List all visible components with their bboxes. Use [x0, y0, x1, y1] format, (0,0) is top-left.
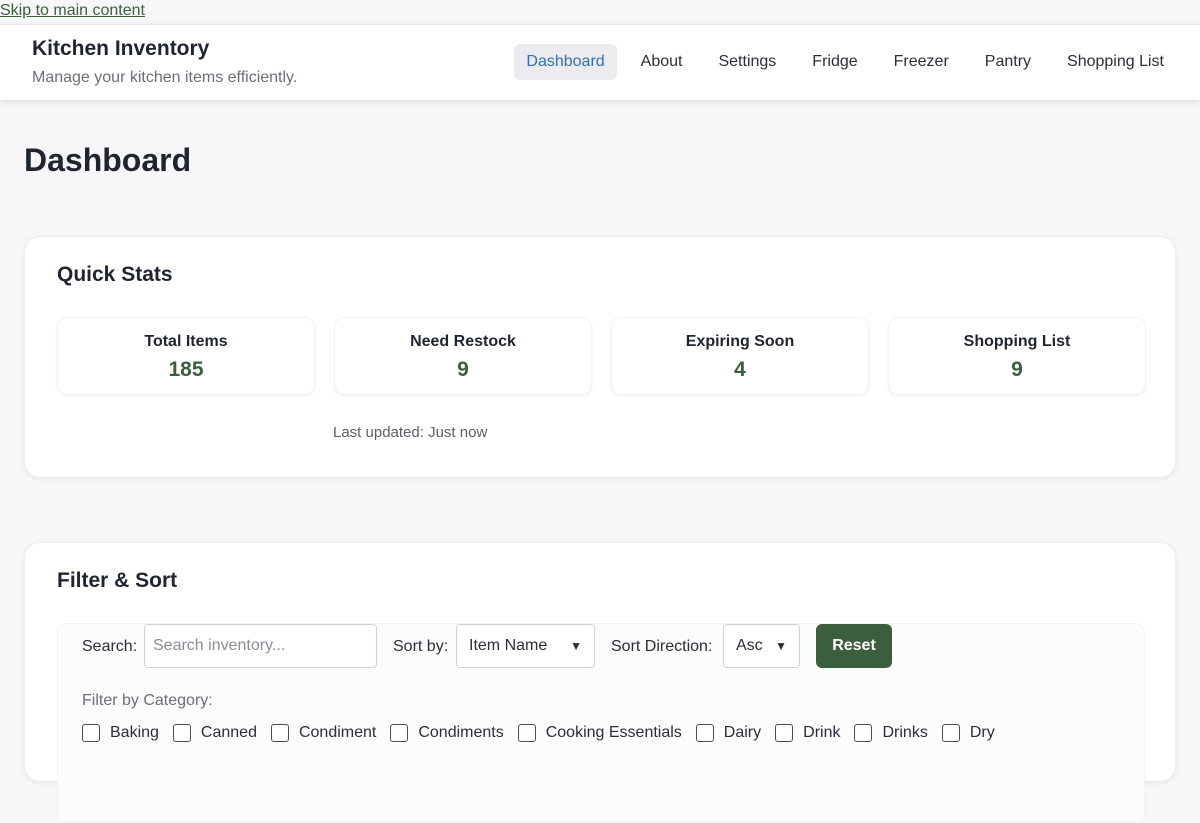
- checkbox[interactable]: [775, 724, 794, 742]
- filter-by-category-label: Filter by Category:: [82, 692, 213, 709]
- skip-to-main-link[interactable]: Skip to main content: [0, 2, 145, 20]
- stat-value: 185: [168, 358, 204, 381]
- category-condiment[interactable]: Condiment: [270, 724, 377, 742]
- app-subtitle: Manage your kitchen items efficiently.: [32, 69, 298, 86]
- sort-by-value: Item Name: [469, 637, 548, 654]
- nav-settings[interactable]: Settings: [706, 44, 788, 80]
- category-baking[interactable]: Baking: [82, 724, 159, 742]
- checkbox-label: Canned: [200, 724, 257, 741]
- stat-label: Expiring Soon: [685, 333, 795, 350]
- checkbox[interactable]: [517, 724, 536, 742]
- checkbox[interactable]: [941, 724, 960, 742]
- sort-direction-value: Asc: [736, 637, 763, 654]
- brand: Kitchen Inventory Manage your kitchen it…: [32, 36, 297, 88]
- nav-freezer[interactable]: Freezer: [882, 44, 961, 80]
- stat-expiring-soon: Expiring Soon 4: [611, 317, 869, 395]
- last-updated-text: Last updated: Just now: [333, 424, 488, 441]
- checkbox[interactable]: [172, 724, 191, 742]
- chevron-down-icon: ▼: [570, 639, 582, 653]
- sort-direction-label: Sort Direction:: [611, 638, 713, 655]
- sort-by-label: Sort by:: [393, 638, 449, 655]
- category-cooking-essentials[interactable]: Cooking Essentials: [517, 724, 682, 742]
- checkbox-label: Drinks: [882, 724, 928, 741]
- sort-direction-select[interactable]: Asc ▼: [723, 624, 800, 668]
- nav-shopping-list[interactable]: Shopping List: [1055, 44, 1176, 80]
- search-label: Search:: [82, 638, 138, 655]
- stat-label: Shopping List: [963, 333, 1071, 350]
- sort-by-select[interactable]: Item Name ▼: [456, 624, 595, 668]
- checkbox[interactable]: [82, 724, 100, 742]
- filter-sort-card: Filter & Sort Search: Sort by: Item Name…: [24, 542, 1176, 823]
- stat-shopping-list: Shopping List 9: [888, 317, 1146, 395]
- category-checkboxes: Baking Canned Condiment Condiments Cooki…: [82, 724, 1009, 742]
- checkbox-label: Dry: [969, 724, 995, 741]
- stat-value: 9: [1011, 358, 1023, 381]
- stat-label: Total Items: [144, 333, 228, 350]
- category-dry[interactable]: Dry: [941, 724, 995, 742]
- checkbox[interactable]: [270, 724, 289, 742]
- page-title: Dashboard: [24, 142, 192, 178]
- checkbox-label: Condiments: [418, 724, 504, 741]
- filter-sort-title: Filter & Sort: [57, 569, 178, 592]
- category-canned[interactable]: Canned: [172, 724, 257, 742]
- reset-button[interactable]: Reset: [816, 624, 892, 668]
- checkbox-label: Drink: [803, 724, 841, 741]
- checkbox-label: Cooking Essentials: [545, 724, 682, 741]
- stat-need-restock: Need Restock 9: [334, 317, 592, 395]
- category-drinks[interactable]: Drinks: [854, 724, 928, 742]
- stat-value: 9: [457, 358, 469, 381]
- checkbox-label: Dairy: [723, 724, 762, 741]
- category-condiments[interactable]: Condiments: [390, 724, 504, 742]
- nav-pantry[interactable]: Pantry: [973, 44, 1043, 80]
- stat-label: Need Restock: [410, 333, 516, 350]
- category-dairy[interactable]: Dairy: [695, 724, 762, 742]
- chevron-down-icon: ▼: [775, 639, 787, 653]
- quick-stats-title: Quick Stats: [57, 263, 173, 286]
- filter-controls: Search: Sort by: Item Name ▼ Sort Direct…: [57, 623, 1145, 823]
- main-nav: Dashboard About Settings Fridge Freezer …: [502, 44, 1176, 80]
- checkbox[interactable]: [695, 724, 714, 742]
- search-input[interactable]: [144, 624, 377, 668]
- stat-value: 4: [734, 358, 746, 381]
- app-header: Kitchen Inventory Manage your kitchen it…: [0, 24, 1200, 100]
- nav-fridge[interactable]: Fridge: [800, 44, 869, 80]
- stat-total-items: Total Items 185: [57, 317, 315, 395]
- category-drink[interactable]: Drink: [775, 724, 840, 742]
- checkbox-label: Condiment: [298, 724, 377, 741]
- nav-dashboard[interactable]: Dashboard: [514, 44, 617, 80]
- checkbox-label: Baking: [110, 724, 159, 741]
- app-title: Kitchen Inventory: [32, 37, 210, 60]
- checkbox[interactable]: [854, 724, 873, 742]
- quick-stats-card: Quick Stats Total Items 185 Need Restock…: [24, 236, 1176, 478]
- nav-about[interactable]: About: [629, 44, 695, 80]
- checkbox[interactable]: [390, 724, 409, 742]
